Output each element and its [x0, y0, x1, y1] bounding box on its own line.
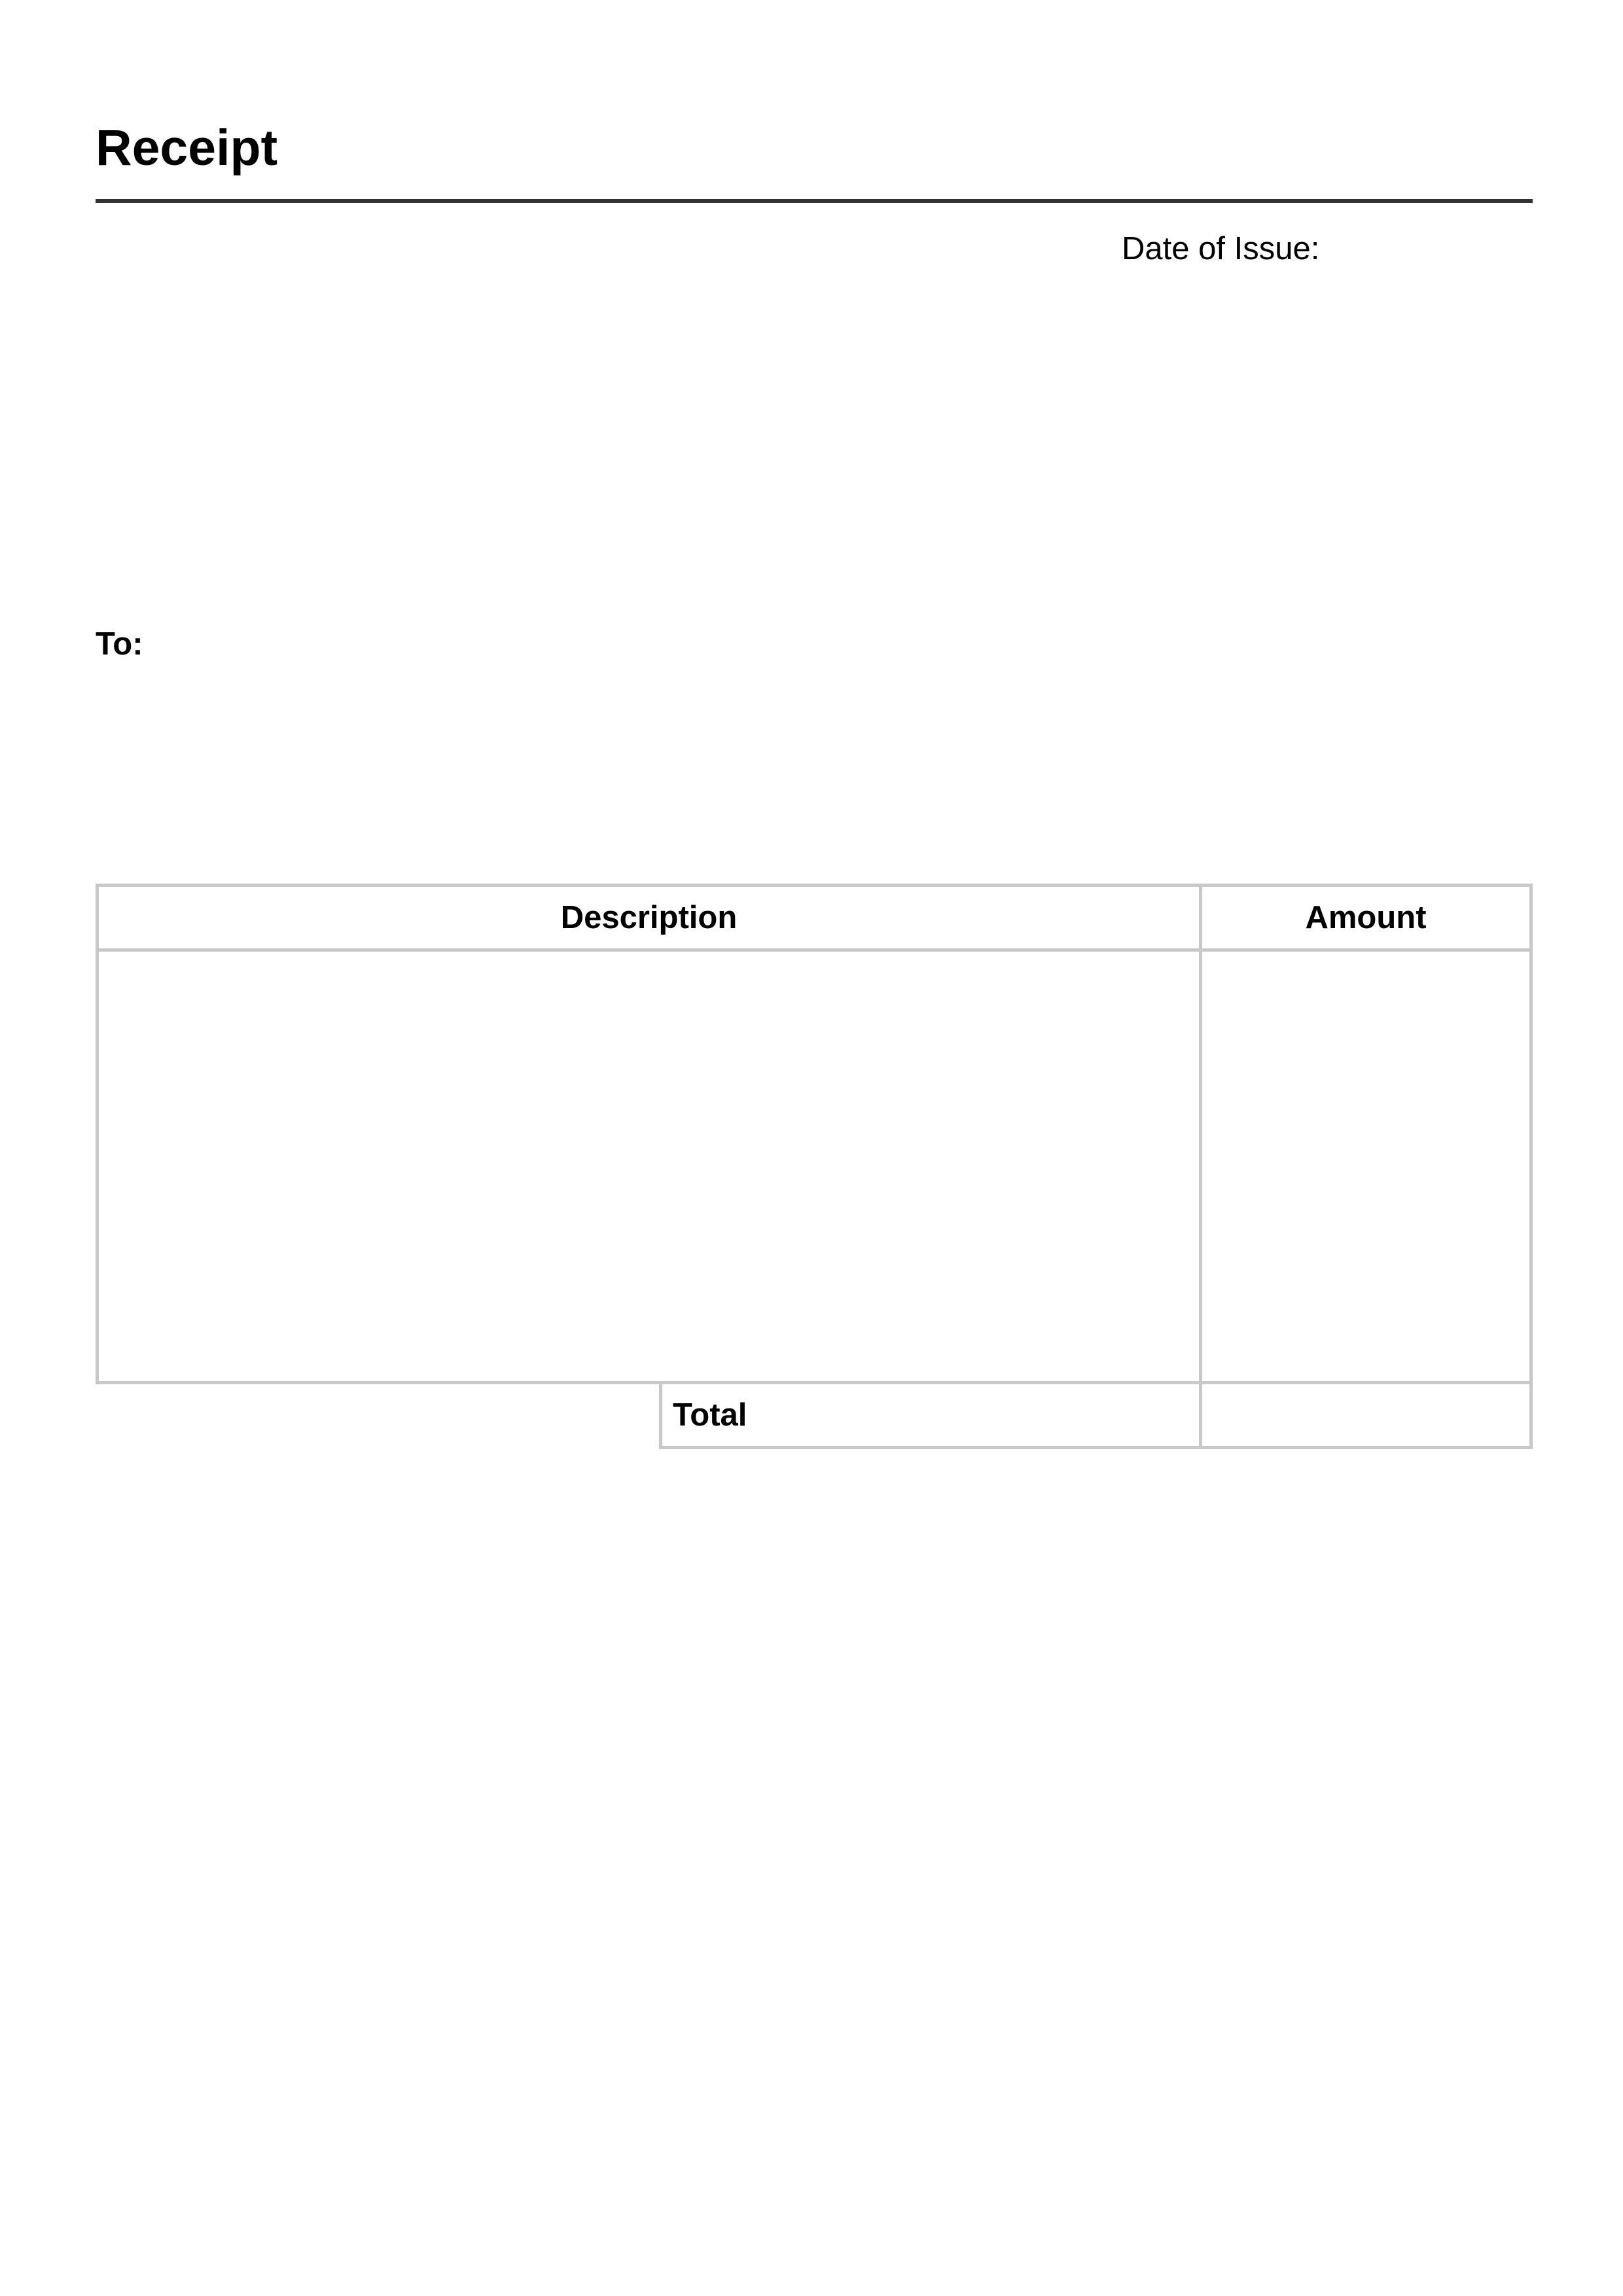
- table-row-description-cell: [96, 948, 1202, 1384]
- table-total-value-cell: [1199, 1381, 1533, 1449]
- table-header-amount: Amount: [1305, 900, 1427, 935]
- title-divider: [96, 199, 1533, 203]
- page-title: Receipt: [96, 120, 278, 176]
- date-of-issue-label: Date of Issue:: [1122, 231, 1320, 266]
- receipt-page: Receipt Date of Issue: To: Description A…: [0, 0, 1623, 2296]
- table-row-amount-cell: [1199, 948, 1533, 1384]
- recipient-label: To:: [96, 626, 143, 662]
- table-total-label: Total: [673, 1397, 747, 1433]
- table-header-description: Description: [560, 900, 738, 935]
